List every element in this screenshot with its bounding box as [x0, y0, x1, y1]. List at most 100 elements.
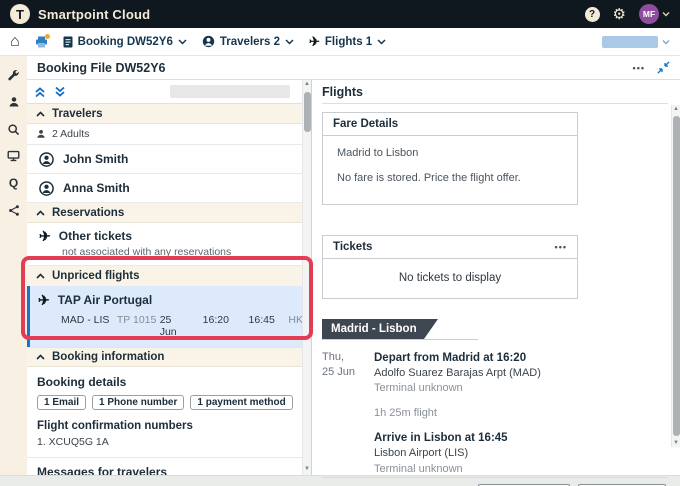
section-travelers-label: Travelers — [52, 108, 103, 120]
tickets-empty-message: No tickets to display — [323, 259, 577, 298]
tab-booking-label: Booking DW52Y6 — [78, 36, 173, 48]
traveler-profile-icon[interactable] — [7, 95, 21, 109]
fare-details-title: Fare Details — [323, 113, 577, 136]
scroll-down-icon[interactable]: ▼ — [673, 439, 679, 447]
settings-gear-icon[interactable]: ⚙ — [613, 7, 626, 22]
chevron-down-icon — [662, 11, 670, 17]
tab-travelers-label: Travelers 2 — [220, 36, 280, 48]
flight-number: TP 1015 — [117, 314, 160, 338]
phone-badge[interactable]: 1 Phone number — [92, 395, 184, 410]
terminal-icon[interactable] — [7, 149, 21, 163]
booking-file-header: Booking File DW52Y6 ••• — [27, 56, 680, 80]
travelers-count: 2 Adults — [52, 128, 89, 140]
flights-panel: Flights Fare Details Madrid to Lisbon No… — [312, 80, 680, 475]
tab-booking[interactable]: Booking DW52Y6 — [63, 36, 187, 48]
depart-terminal: Terminal unknown — [374, 381, 668, 396]
divider — [27, 457, 311, 458]
traveler-name: Anna Smith — [63, 181, 130, 195]
confirmation-numbers-title: Flight confirmation numbers — [37, 420, 301, 432]
avatar[interactable]: MF — [639, 4, 659, 24]
user-menu[interactable]: MF — [639, 4, 670, 24]
flight-duration: 1h 25m flight — [374, 406, 668, 421]
person-circle-icon — [39, 152, 54, 167]
tickets-more-options-icon[interactable]: ••• — [555, 242, 567, 252]
other-tickets-label: Other tickets — [59, 229, 132, 243]
messages-title: Messages for travelers — [37, 465, 301, 475]
payment-badge[interactable]: 1 payment method — [190, 395, 292, 410]
carrier-name: TAP Air Portugal — [58, 293, 152, 307]
section-unpriced-flights-label: Unpriced flights — [52, 270, 140, 282]
tab-travelers[interactable]: Travelers 2 — [202, 35, 294, 48]
left-panel-scrollbar[interactable]: ▲ ▼ — [302, 80, 311, 475]
search-icon[interactable] — [7, 122, 21, 136]
plane-icon: ✈ — [39, 229, 51, 243]
flight-route: MAD - LIS — [61, 314, 117, 338]
tab-flights-label: Flights 1 — [325, 36, 372, 48]
tickets-card: Tickets ••• No tickets to display — [322, 235, 578, 299]
other-tickets-note: not associated with any reservations — [62, 246, 299, 258]
tab-flights[interactable]: ✈ Flights 1 — [309, 35, 386, 48]
tickets-title: Tickets — [333, 241, 372, 253]
arrive-title: Arrive in Lisbon at 16:45 — [374, 430, 668, 446]
summary-toolbar — [27, 80, 311, 104]
section-booking-information-label: Booking information — [52, 351, 164, 363]
expand-all-icon[interactable] — [54, 86, 66, 98]
traveler-name: John Smith — [63, 152, 128, 166]
scrollbar-thumb[interactable] — [673, 116, 680, 436]
agency-selector[interactable] — [602, 36, 670, 48]
segment-banner-wrap: Madrid - Lisbon — [322, 319, 478, 340]
collapse-all-icon[interactable] — [34, 86, 46, 98]
flight-segment-details: Thu, 25 Jun Depart from Madrid at 16:20 … — [322, 350, 668, 477]
traveler-row[interactable]: John Smith — [27, 145, 311, 174]
chevron-up-icon — [36, 273, 45, 279]
share-icon[interactable] — [7, 203, 21, 217]
section-booking-information[interactable]: Booking information — [27, 347, 311, 367]
email-badge[interactable]: 1 Email — [37, 395, 86, 410]
confirmation-number-value: 1. XCUQ5G 1A — [37, 436, 301, 448]
person-icon — [36, 129, 46, 139]
section-unpriced-flights[interactable]: Unpriced flights — [27, 266, 311, 286]
section-travelers[interactable]: Travelers — [27, 104, 311, 124]
chevron-down-icon — [377, 39, 386, 45]
home-icon[interactable]: ⌂ — [10, 34, 20, 50]
top-bar: T Smartpoint Cloud ? ⚙ MF — [0, 0, 680, 28]
segment-banner: Madrid - Lisbon — [322, 319, 438, 339]
arrive-terminal: Terminal unknown — [374, 462, 668, 477]
depart-title: Depart from Madrid at 16:20 — [374, 350, 668, 366]
chevron-up-icon — [36, 111, 45, 117]
person-circle-icon — [202, 35, 215, 48]
more-options-icon[interactable]: ••• — [633, 63, 645, 73]
scrollbar-thumb[interactable] — [304, 92, 311, 132]
fare-message: No fare is stored. Price the flight offe… — [337, 172, 563, 184]
fare-route: Madrid to Lisbon — [337, 147, 563, 159]
chevron-up-icon — [36, 210, 45, 216]
traveler-row[interactable]: Anna Smith — [27, 174, 311, 203]
queue-search-icon[interactable]: Q — [7, 176, 21, 190]
person-circle-icon — [39, 181, 54, 196]
tool-rail: Q — [0, 56, 27, 475]
collapse-panel-icon[interactable] — [657, 61, 670, 74]
travelers-count-row: 2 Adults — [27, 124, 311, 145]
other-tickets-row[interactable]: ✈ Other tickets not associated with any … — [27, 223, 311, 266]
smartpoint-cloud-app: T Smartpoint Cloud ? ⚙ MF ⌂ Booking DW52… — [0, 0, 680, 486]
chevron-down-icon — [285, 39, 294, 45]
print-icon[interactable] — [35, 36, 48, 48]
section-reservations[interactable]: Reservations — [27, 203, 311, 223]
scroll-up-icon[interactable]: ▲ — [304, 80, 310, 88]
page-title: Booking File DW52Y6 — [37, 61, 166, 75]
unpriced-flight-card[interactable]: ✈ TAP Air Portugal MAD - LIS TP 1015 25 … — [27, 286, 311, 347]
flight-actions: Change flight Cancel flight — [322, 477, 668, 486]
booking-information-body: Booking details 1 Email 1 Phone number 1… — [27, 367, 311, 475]
right-panel-scrollbar[interactable]: ▲ ▼ — [671, 105, 680, 447]
status-code: HK — [288, 314, 303, 338]
plane-icon: ✈ — [309, 35, 320, 48]
redacted-field — [170, 85, 290, 98]
redacted-agency-name — [602, 36, 658, 48]
chevron-down-icon — [662, 39, 670, 45]
tools-wrench-icon[interactable] — [7, 68, 21, 82]
depart-airport: Adolfo Suarez Barajas Arpt (MAD) — [374, 366, 668, 381]
arrive-time: 16:45 — [249, 314, 289, 338]
help-icon[interactable]: ? — [585, 7, 600, 22]
scroll-down-icon[interactable]: ▼ — [304, 465, 310, 473]
scroll-up-icon[interactable]: ▲ — [673, 105, 679, 113]
